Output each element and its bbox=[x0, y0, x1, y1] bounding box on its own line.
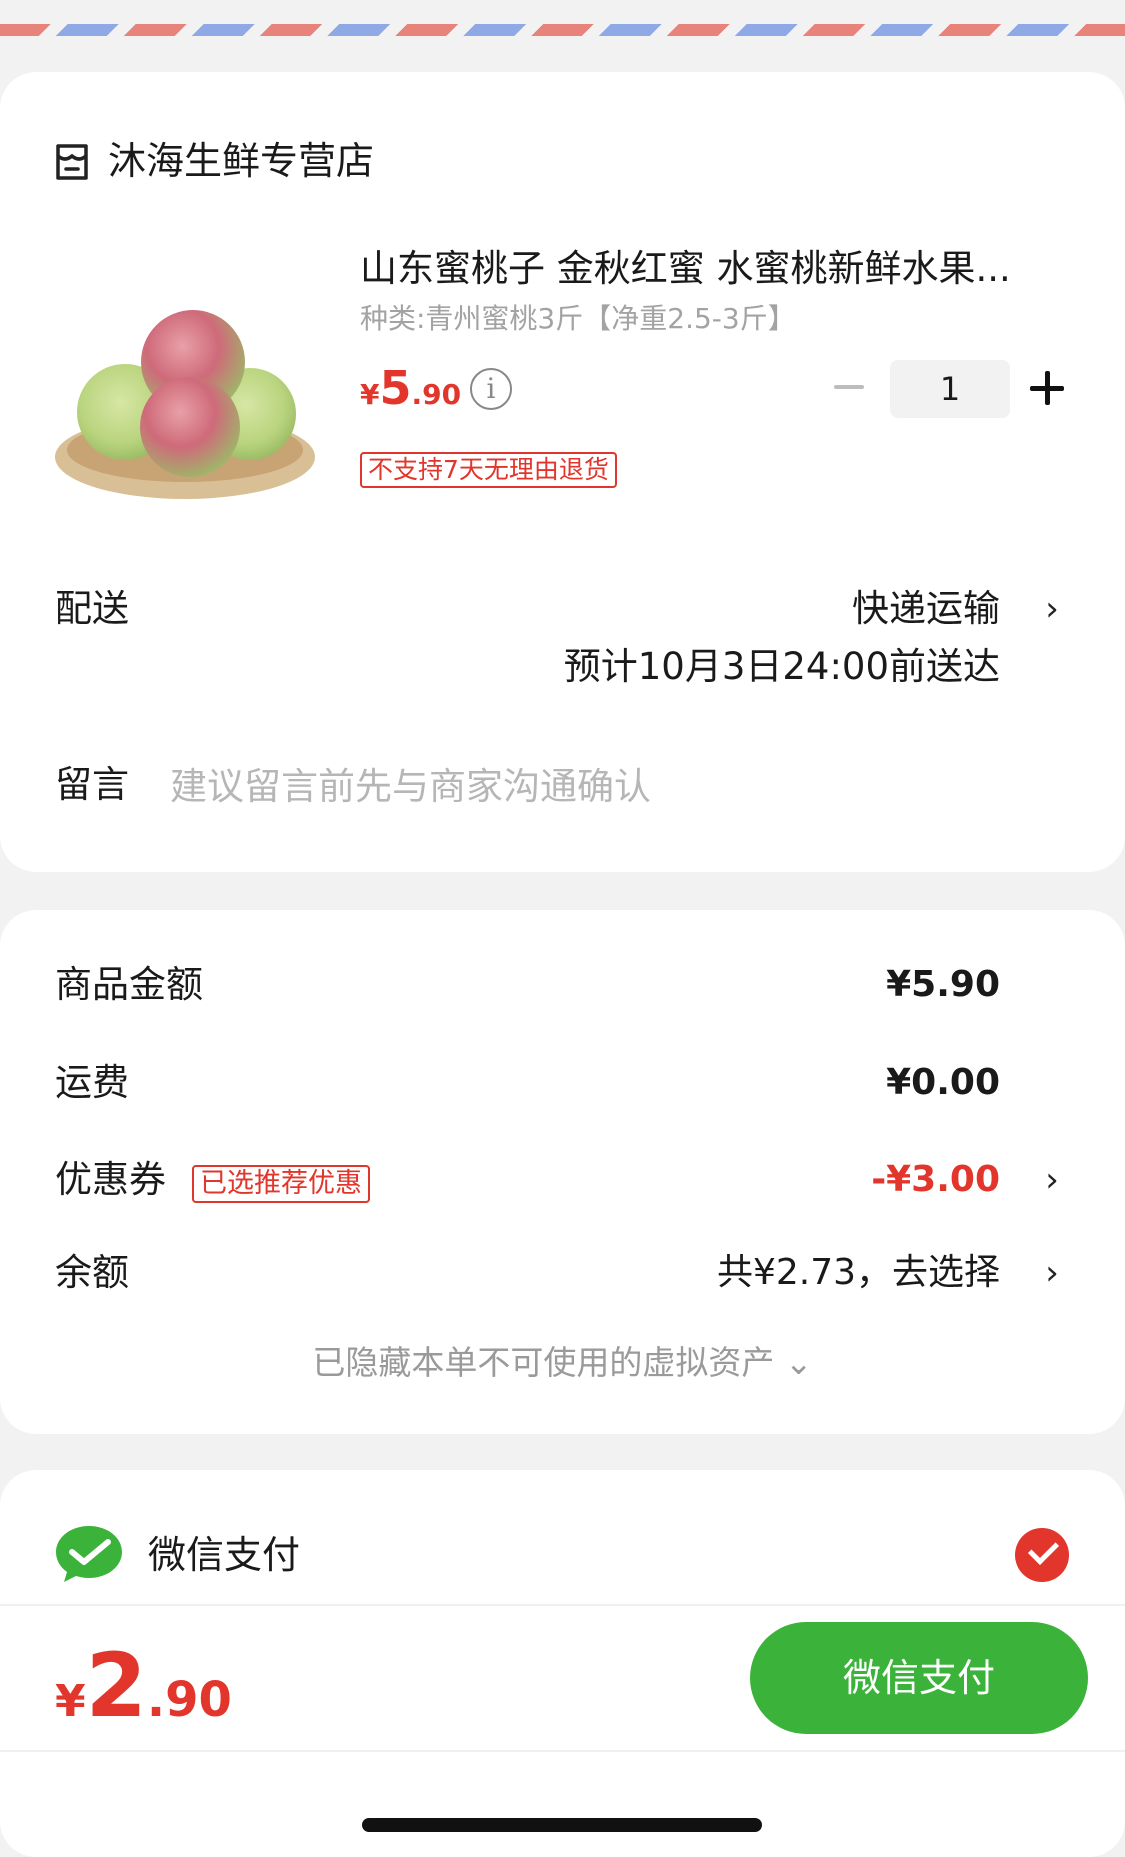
hidden-assets-toggle[interactable]: 已隐藏本单不可使用的虚拟资产 ⌄ bbox=[0, 1340, 1125, 1386]
product-price: ¥5.90 bbox=[360, 358, 461, 429]
delivery-eta: 预计10月3日24:00前送达 bbox=[563, 645, 1000, 688]
product-title[interactable]: 山东蜜桃子 金秋红蜜 水蜜桃新鲜水果... bbox=[360, 244, 1060, 294]
message-label: 留言 bbox=[55, 763, 129, 806]
delivery-label: 配送 bbox=[55, 587, 129, 630]
goods-amount-value: ¥5.90 bbox=[886, 964, 1000, 1005]
total-price: ¥2.90 bbox=[55, 1638, 232, 1759]
price-symbol: ¥ bbox=[360, 378, 380, 411]
price-decimal: .90 bbox=[411, 378, 462, 411]
total-decimal: .90 bbox=[146, 1672, 232, 1728]
total-symbol: ¥ bbox=[55, 1676, 86, 1727]
return-policy-tag: 不支持7天无理由退货 bbox=[360, 452, 617, 488]
wechat-pay-label[interactable]: 微信支付 bbox=[148, 1530, 300, 1580]
shipping-fee-label: 运费 bbox=[55, 1061, 129, 1104]
quantity-increase-button[interactable] bbox=[1030, 368, 1066, 408]
checkout-page: 沐海生鲜专营店 山东蜜桃子 金秋红蜜 水蜜桃新鲜水果... 种类:青州蜜桃3斤【… bbox=[0, 0, 1125, 1857]
order-card: 沐海生鲜专营店 山东蜜桃子 金秋红蜜 水蜜桃新鲜水果... 种类:青州蜜桃3斤【… bbox=[0, 72, 1125, 872]
goods-amount-label: 商品金额 bbox=[55, 963, 203, 1006]
coupon-chevron-icon[interactable]: › bbox=[1041, 1155, 1063, 1205]
home-indicator[interactable] bbox=[362, 1818, 762, 1832]
delivery-method[interactable]: 快递运输 bbox=[852, 584, 1000, 634]
coupon-selected-tag: 已选推荐优惠 bbox=[192, 1165, 370, 1203]
delivery-chevron-icon[interactable]: › bbox=[1041, 584, 1063, 634]
message-input[interactable] bbox=[170, 756, 970, 816]
quantity-input[interactable]: 1 bbox=[890, 360, 1010, 418]
price-integer: 5 bbox=[379, 361, 412, 415]
wechat-pay-icon bbox=[56, 1526, 122, 1582]
airmail-stripe bbox=[0, 24, 1125, 36]
shop-icon bbox=[56, 144, 88, 180]
shipping-fee-value: ¥0.00 bbox=[886, 1062, 1000, 1103]
product-image[interactable] bbox=[50, 282, 320, 512]
coupon-value[interactable]: -¥3.00 bbox=[871, 1155, 1000, 1205]
quantity-decrease-button[interactable] bbox=[830, 360, 870, 414]
balance-label[interactable]: 余额 bbox=[55, 1248, 129, 1298]
wechat-pay-button[interactable]: 微信支付 bbox=[750, 1622, 1088, 1734]
product-spec[interactable]: 种类:青州蜜桃3斤【净重2.5-3斤】 bbox=[360, 300, 796, 338]
balance-chevron-icon[interactable]: › bbox=[1041, 1248, 1063, 1298]
total-integer: 2 bbox=[85, 1634, 147, 1737]
balance-value[interactable]: 共¥2.73，去选择 bbox=[717, 1248, 1000, 1298]
shop-name[interactable]: 沐海生鲜专营店 bbox=[108, 136, 374, 186]
info-icon[interactable]: i bbox=[470, 368, 512, 410]
coupon-label[interactable]: 优惠券 bbox=[55, 1155, 166, 1205]
selected-check-icon[interactable] bbox=[1015, 1528, 1069, 1582]
